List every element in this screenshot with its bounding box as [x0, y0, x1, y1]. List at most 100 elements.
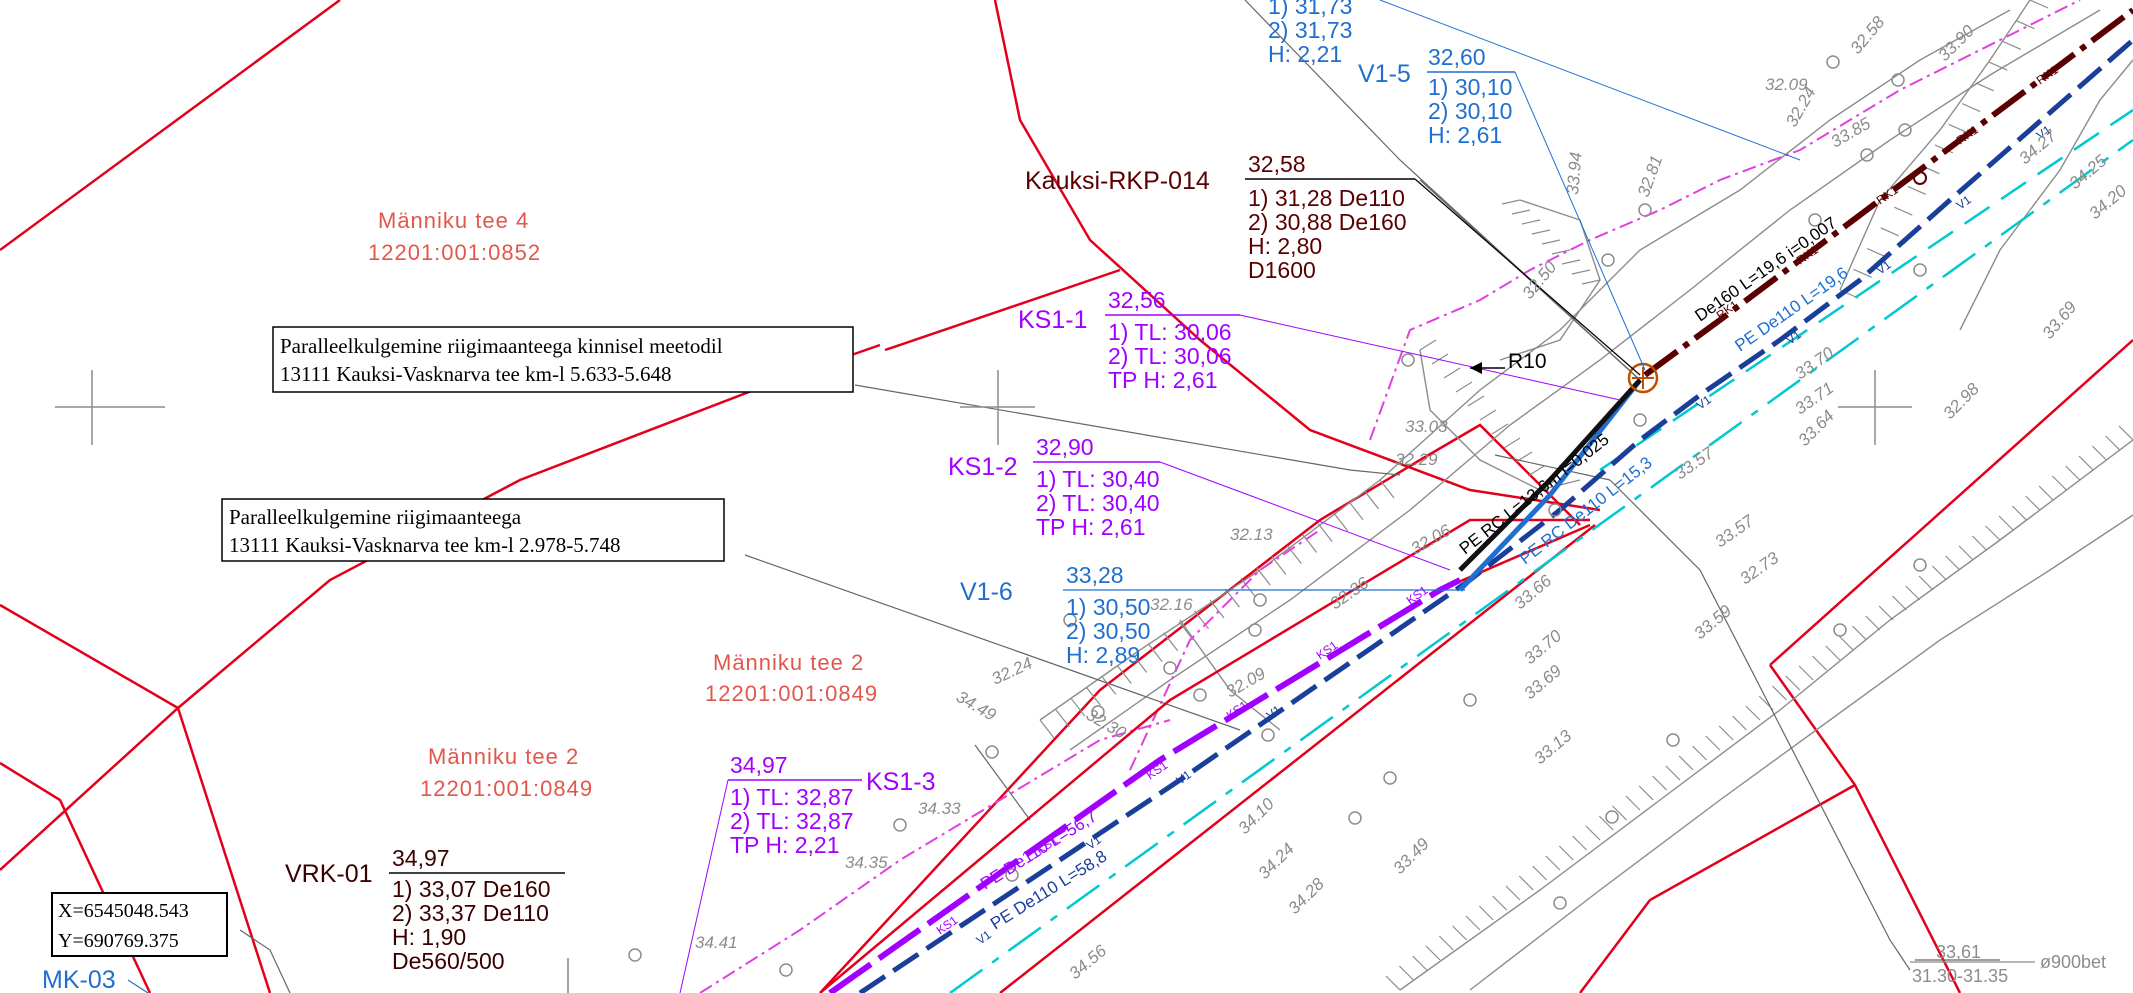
- elevation-label: 32.81: [1634, 153, 1666, 199]
- svg-text:H: 2,61: H: 2,61: [1428, 122, 1502, 148]
- note-box-parallel[interactable]: Paralleelkulgemine riigimaanteega 13111 …: [221, 498, 725, 562]
- slope-tick: [1585, 825, 1601, 841]
- slope-tick: [1503, 437, 1521, 449]
- slope-tick: [1998, 515, 2014, 531]
- elevation-label: 33.59: [1690, 601, 1735, 643]
- elevation-label: 34.49: [953, 687, 1000, 725]
- well-label-vrk-01[interactable]: VRK-01 34,97 1) 33,07 De160 2) 33,37 De1…: [285, 845, 565, 974]
- elevation-label: 33.94: [1563, 151, 1586, 195]
- elevation-label: 34.33: [918, 799, 961, 818]
- well-name: KS1-3: [866, 768, 935, 796]
- well-label-ks1-3[interactable]: KS1-3 34,97 1) TL: 32,87 2) TL: 32,87 TP…: [679, 752, 935, 993]
- elevation-label: 33.57: [1671, 443, 1717, 483]
- elevation-label: 32.50: [1519, 257, 1561, 302]
- svg-text:2) TL: 30,40: 2) TL: 30,40: [1036, 490, 1160, 516]
- slope-tick: [1894, 206, 1913, 216]
- elevation-label: 33.66: [1510, 571, 1555, 613]
- slope-tick: [1825, 645, 1841, 661]
- slope-tick: [1571, 269, 1591, 275]
- slope-tick: [1975, 82, 1994, 92]
- slope-tick: [1541, 239, 1561, 245]
- svg-text:H: 2,89: H: 2,89: [1066, 642, 1140, 668]
- map-canvas[interactable]: Männiku tee 4 12201:001:0852 Männiku tee…: [0, 0, 2133, 993]
- slope-tick: [1892, 595, 1907, 611]
- parcel-label-manniku2-b: Männiku tee 2 12201:001:0849: [420, 744, 592, 801]
- slope-tick: [1431, 353, 1449, 365]
- elevation-label: 34.24: [1254, 839, 1298, 883]
- note-line-2: 13111 Kauksi-Vasknarva tee km-l 5.633-5.…: [280, 362, 672, 386]
- slope-tick: [1612, 805, 1627, 821]
- well-name: KS1-2: [948, 453, 1017, 481]
- svg-text:ø900bet: ø900bet: [2040, 952, 2106, 972]
- slope-tick: [2051, 475, 2067, 491]
- svg-text:1) TL: 30,40: 1) TL: 30,40: [1036, 466, 1160, 492]
- elevation-label: 33.13: [1530, 726, 1575, 768]
- coord-x: X=6545048.543: [58, 900, 189, 922]
- slope-tick: [1419, 339, 1437, 351]
- slope-tick: [1317, 523, 1333, 543]
- slope-tick: [2105, 435, 2121, 451]
- slope-tick: [1878, 605, 1894, 621]
- well-name: V1-6: [960, 578, 1013, 606]
- survey-point: [1605, 810, 1619, 824]
- slope-tick: [1333, 512, 1349, 532]
- slope-tick: [1039, 719, 1055, 739]
- slope-tick: [1527, 465, 1545, 477]
- slope-tick: [1905, 585, 1921, 601]
- svg-text:1) 30,10: 1) 30,10: [1428, 74, 1512, 100]
- survey-point: [1163, 661, 1177, 675]
- slope-tick: [2029, 0, 2049, 9]
- note-line-1: Paralleelkulgemine riigimaanteega kinnis…: [280, 334, 723, 358]
- slope-tick: [1505, 885, 1521, 901]
- slope-tick: [2065, 465, 2081, 481]
- elevation-label: 32.58: [1847, 12, 1889, 57]
- well-top: 34,97: [392, 845, 450, 871]
- slope-tick: [1798, 665, 1814, 681]
- note-line-1: Paralleelkulgemine riigimaanteega: [229, 505, 522, 529]
- elevation-label: 32.06: [1408, 520, 1455, 558]
- well-top: 32,58: [1248, 151, 1306, 177]
- note-box-closed-method[interactable]: Paralleelkulgemine riigimaanteega kinnis…: [272, 326, 854, 393]
- survey-point: [1248, 623, 1262, 637]
- parcel-name: Männiku tee 4: [378, 208, 529, 233]
- svg-text:1) TL: 30,06: 1) TL: 30,06: [1108, 319, 1232, 345]
- elevation-label: 33.57: [1711, 511, 1757, 551]
- slope-tick: [1558, 845, 1574, 861]
- svg-text:1) 30,50: 1) 30,50: [1066, 594, 1150, 620]
- slope-tick: [1678, 755, 1694, 771]
- well-label-ks1-1[interactable]: KS1-1 32,56 1) TL: 30,06 2) TL: 30,06 TP…: [1018, 287, 1621, 401]
- slope-ticks: [1039, 0, 2133, 991]
- culvert-label: 33,61 31.30-31.35 ø900bet: [1910, 942, 2106, 986]
- parcel-name: Männiku tee 2: [713, 650, 864, 675]
- slope-tick: [1255, 566, 1271, 586]
- slope-tick: [1545, 855, 1561, 871]
- svg-text:De560/500: De560/500: [392, 948, 505, 974]
- slope-tick: [1745, 705, 1761, 721]
- slope-tick: [1838, 635, 1854, 651]
- slope-tick: [1209, 599, 1225, 619]
- slope-tick: [1665, 765, 1681, 781]
- survey-point: [1913, 558, 1927, 572]
- pipe-code-tag: KS1: [1314, 638, 1341, 663]
- slope-tick: [1348, 501, 1364, 521]
- survey-point: [1401, 353, 1415, 367]
- parcel-id: 12201:001:0849: [705, 681, 878, 706]
- svg-text:2) TL: 30,06: 2) TL: 30,06: [1108, 343, 1232, 369]
- slope-tick: [1398, 965, 1414, 981]
- survey-point: [1833, 623, 1847, 637]
- slope-tick: [1705, 735, 1721, 751]
- well-label-mk-03[interactable]: MK-03: [42, 966, 149, 993]
- elevation-label: 33.49: [1389, 834, 1433, 878]
- svg-text:2) 33,37 De110: 2) 33,37 De110: [392, 900, 549, 926]
- pipe-code-tag: V1: [1874, 257, 1894, 277]
- svg-text:TP H: 2,21: TP H: 2,21: [730, 832, 840, 858]
- survey-point: [1193, 688, 1207, 702]
- slope-tick: [1385, 975, 1401, 991]
- svg-text:D1600: D1600: [1248, 257, 1316, 283]
- svg-text:2) 30,50: 2) 30,50: [1066, 618, 1150, 644]
- survey-point: [1383, 771, 1397, 785]
- label-top-partial: 1) 31,73 2) 31,73 H: 2,21: [1268, 0, 1801, 161]
- slope-tick: [1971, 535, 1987, 551]
- slope-tick: [1479, 409, 1497, 421]
- elevation-label: 34.28: [1284, 874, 1328, 918]
